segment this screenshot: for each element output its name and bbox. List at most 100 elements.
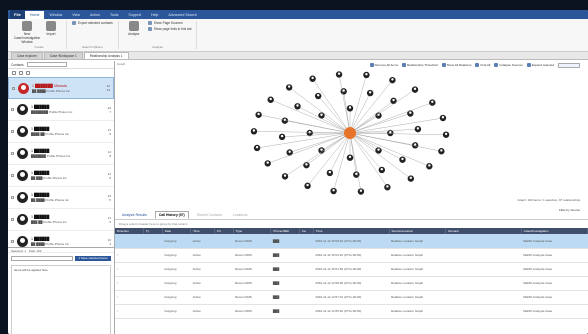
- contact-node[interactable]: [353, 171, 360, 178]
- file-tab[interactable]: File: [10, 10, 25, 19]
- new-case-button[interactable]: New Case/Investigation Window: [14, 21, 40, 44]
- contacts-search-input[interactable]: [26, 62, 67, 67]
- contact-checkbox[interactable]: [12, 86, 15, 90]
- contact-node[interactable]: [294, 103, 301, 110]
- doc-tab-relationship-analysis[interactable]: Relationship Analysis 1: [83, 52, 129, 59]
- refresh-icon[interactable]: [26, 71, 30, 75]
- contact-node[interactable]: [399, 156, 406, 163]
- contact-node[interactable]: [407, 110, 414, 117]
- contact-node[interactable]: [309, 75, 316, 82]
- graph-search-input[interactable]: [558, 62, 580, 68]
- contact-node[interactable]: [346, 105, 354, 112]
- collapse-sources-button[interactable]: Collapse Sources: [494, 63, 523, 67]
- contact-node[interactable]: [253, 144, 261, 152]
- central-contact-node[interactable]: [344, 127, 356, 139]
- doc-tab-workspace[interactable]: Case Workspace 1: [43, 52, 83, 59]
- contact-node[interactable]: [378, 166, 386, 174]
- tab-shared-contacts[interactable]: Shared Contacts: [194, 212, 225, 218]
- contact-item[interactable]: 1 ██████ ██ ███ Profile Photos Inc 12 6: [8, 165, 114, 187]
- contact-node[interactable]: [255, 111, 262, 118]
- contact-name: 1 ██████: [31, 171, 50, 175]
- relationship-graph[interactable]: [235, 71, 465, 201]
- contact-item[interactable]: 1 ██████ ███████ Profile Photos Inc 12 8: [8, 143, 114, 165]
- contact-node[interactable]: [438, 148, 445, 155]
- contact-node[interactable]: [335, 71, 343, 78]
- show-all-relations-button[interactable]: Show All Relations: [441, 63, 471, 67]
- tab-advanced-search[interactable]: Advanced Search: [163, 13, 201, 17]
- tab-home[interactable]: Home: [24, 11, 45, 19]
- contact-node[interactable]: [426, 163, 433, 170]
- analyse-button[interactable]: Analyse: [124, 21, 144, 36]
- table-row[interactable]: ↑ Outgoing Active Recent SMS ███ 2016-11-12 1…: [115, 290, 588, 305]
- contact-node[interactable]: [264, 160, 271, 167]
- call-type-cell: Recent SMS: [233, 248, 271, 263]
- remove-all-button[interactable]: Remove All Items: [369, 63, 398, 67]
- contact-checkbox[interactable]: [11, 240, 14, 243]
- contact-item[interactable]: 1 ██████ ████ ██ Profile Photos Inc 13 9: [8, 121, 114, 143]
- tab-view[interactable]: View: [67, 13, 85, 17]
- contact-node[interactable]: [442, 131, 450, 138]
- tab-analysis-results[interactable]: Analysis Results: [119, 212, 150, 218]
- contact-node[interactable]: [384, 184, 391, 191]
- contact-node[interactable]: [250, 128, 258, 135]
- contact-node[interactable]: [326, 169, 334, 177]
- contact-checkbox[interactable]: [11, 196, 14, 199]
- table-row[interactable]: ↑ Outgoing Active Recent SMS ███ 2016-11-12 1…: [115, 248, 588, 263]
- contact-node[interactable]: [278, 133, 286, 141]
- show-page-links-toggle[interactable]: Show page links in this tab: [147, 27, 191, 31]
- contact-item[interactable]: 1 ███████ Miranda ██ ████ Profile Photos …: [8, 77, 114, 99]
- contact-checkbox[interactable]: [11, 130, 14, 133]
- contact-node[interactable]: [390, 97, 397, 105]
- tab-call-history[interactable]: Call History (97): [154, 211, 189, 219]
- table-row[interactable]: ↑ Outgoing Active Recent SMS ███ 2016-11-12 1…: [115, 276, 588, 291]
- applied-items-list[interactable]: Items will be applied here: [11, 265, 111, 334]
- tab-window[interactable]: Window: [44, 13, 67, 17]
- table-row[interactable]: ↑ Outgoing Active Recent SMS ███ 2016-11-12 1…: [115, 304, 588, 319]
- filter-icon[interactable]: [19, 71, 23, 75]
- table-row[interactable]: Outgoing Active Recent SMS ███ 2016-11-12 15…: [115, 234, 588, 249]
- import-icon: [46, 21, 56, 31]
- contact-node[interactable]: [414, 125, 422, 133]
- contact-node[interactable]: [303, 161, 310, 169]
- relationship-threshold-button[interactable]: Relationship Threshold: [401, 63, 438, 67]
- contacts-filter-input[interactable]: [11, 256, 73, 261]
- sort-icon[interactable]: [12, 71, 16, 75]
- contact-node[interactable]: [330, 187, 337, 195]
- export-contacts-button[interactable]: Export selected contacts: [72, 21, 113, 25]
- doc-tab-case-explorer[interactable]: Case explorer: [11, 52, 43, 59]
- contact-node[interactable]: [346, 154, 354, 161]
- contact-checkbox[interactable]: [11, 174, 14, 177]
- tab-tools[interactable]: Tools: [105, 13, 123, 17]
- contact-node[interactable]: [286, 149, 293, 156]
- contact-node[interactable]: [281, 173, 289, 180]
- contact-node[interactable]: [357, 188, 365, 195]
- contact-node[interactable]: [429, 99, 436, 106]
- contact-node[interactable]: [366, 89, 374, 97]
- contact-node[interactable]: [439, 114, 447, 122]
- contact-node[interactable]: [314, 92, 322, 100]
- find-all-button[interactable]: Find All: [475, 63, 490, 67]
- contact-node[interactable]: [340, 88, 347, 95]
- contact-item[interactable]: 1 ██████ ██ ████ Profile Photos Inc 12 5: [8, 187, 114, 209]
- contact-node[interactable]: [304, 182, 311, 190]
- tab-locations[interactable]: Locations: [230, 212, 251, 218]
- table-row[interactable]: ↑ Outgoing Active Recent SMS ███ 2016-11-12 1…: [115, 262, 588, 277]
- expand-selected-button[interactable]: Expand selected: [526, 63, 554, 67]
- contact-item[interactable]: 1 ██████ ███ ██ Profile Photos Inc 11 5: [8, 209, 114, 231]
- contact-checkbox[interactable]: [11, 108, 14, 111]
- contact-node[interactable]: [407, 175, 415, 182]
- contact-node[interactable]: [285, 84, 293, 91]
- contact-checkbox[interactable]: [11, 218, 14, 221]
- contact-checkbox[interactable]: [11, 152, 14, 155]
- contact-node[interactable]: [363, 71, 370, 79]
- contact-node[interactable]: [389, 76, 396, 84]
- tab-action[interactable]: Action: [85, 13, 105, 17]
- tab-help[interactable]: Help: [146, 13, 163, 17]
- save-selected-button[interactable]: 1 Save selected items: [75, 256, 111, 261]
- contact-node[interactable]: [267, 96, 274, 103]
- import-button[interactable]: Import: [41, 21, 61, 44]
- show-page-sources-toggle[interactable]: Show Page Sources: [147, 21, 192, 25]
- contact-item[interactable]: 1 ██████ ████████ Profile Photos Inc 20 7: [8, 99, 114, 121]
- tab-support[interactable]: Support: [123, 13, 146, 17]
- contact-node[interactable]: [411, 86, 419, 93]
